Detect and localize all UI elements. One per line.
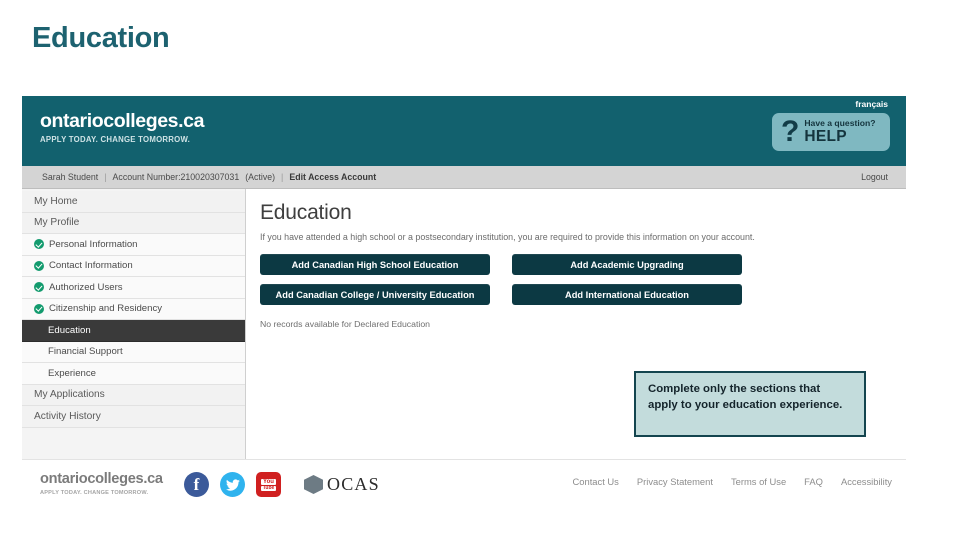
footer-link-terms-of-use[interactable]: Terms of Use [731,476,786,487]
sidebar-item-my-home[interactable]: My Home [22,191,245,213]
footer-logo[interactable]: ontariocolleges.ca APPLY TODAY. CHANGE T… [40,472,163,496]
sidebar-item-contact-information[interactable]: Contact Information [22,255,245,277]
button-add-canadian-high-school-education[interactable]: Add Canadian High School Education [260,254,490,276]
embedded-screenshot: ontariocolleges.ca APPLY TODAY. CHANGE T… [22,96,906,520]
sidebar-item-activity-history[interactable]: Activity History [22,406,245,428]
sidebar-item-label: My Home [34,195,78,207]
button-add-international-education[interactable]: Add International Education [512,284,742,306]
site-header: ontariocolleges.ca APPLY TODAY. CHANGE T… [22,96,906,166]
footer-links: Contact Us Privacy Statement Terms of Use F… [573,476,893,487]
sidebar-item-experience[interactable]: Experience [22,363,245,385]
account-separator-1: | [104,172,107,182]
language-link-francais[interactable]: français [855,99,888,109]
sidebar-item-label: My Applications [34,389,105,401]
account-separator-2: | [281,172,284,182]
account-bar: Sarah Student | Account Number:210020307… [22,166,906,189]
site-logo[interactable]: ontariocolleges.ca APPLY TODAY. CHANGE T… [40,110,205,144]
check-circle-icon [34,260,44,271]
sidebar-item-education[interactable]: Education [22,320,245,342]
footer-logo-tagline: APPLY TODAY. CHANGE TOMORROW. [40,489,149,496]
account-number: Account Number:210020307031 [112,172,240,182]
sidebar-item-citizenship-and-residency[interactable]: Citizenship and Residency [22,298,245,320]
sidebar-item-label: Citizenship and Residency [49,303,163,315]
facebook-icon[interactable]: f [184,472,209,497]
footer-link-accessibility[interactable]: Accessibility [841,476,892,487]
help-button-small-label: Have a question? [804,118,876,129]
footer-link-faq[interactable]: FAQ [804,476,823,487]
sidebar-item-personal-information[interactable]: Personal Information [22,234,245,256]
social-links: f You Tube [184,472,281,497]
action-button-grid: Add Canadian High School Education Add Ac… [260,254,906,306]
footer-link-contact-us[interactable]: Contact Us [573,476,619,487]
help-button-label: HELP [804,128,847,146]
sidebar-item-label: Experience [48,367,96,379]
button-add-academic-upgrading[interactable]: Add Academic Upgrading [512,254,742,276]
logout-link[interactable]: Logout [861,172,888,182]
question-mark-icon: ? [781,115,800,148]
edit-access-account-link[interactable]: Edit Access Account [289,172,376,182]
sidebar-item-label: Personal Information [49,238,138,250]
sidebar-item-authorized-users[interactable]: Authorized Users [22,277,245,299]
site-logo-name: ontariocolleges.ca [40,110,205,132]
sidebar-item-label: Authorized Users [49,281,123,293]
footer-logo-name: ontariocolleges.ca [40,471,163,487]
footer-link-privacy-statement[interactable]: Privacy Statement [637,476,713,487]
sidebar-item-my-applications[interactable]: My Applications [22,384,245,406]
twitter-icon[interactable] [220,472,245,497]
no-records-message: No records available for Declared Educat… [260,319,430,330]
check-circle-icon [34,303,44,314]
annotation-callout: Complete only the sections that apply to… [634,371,866,437]
account-status: (Active) [245,172,276,182]
help-button[interactable]: ? Have a question? HELP [772,113,890,151]
ocas-logo[interactable]: OCAS [304,474,380,495]
sidebar-nav: My Home My Profile Personal Information Con… [22,189,246,459]
sidebar-item-financial-support[interactable]: Financial Support [22,341,245,363]
page-title: Education [32,22,170,54]
sidebar-item-label: Activity History [34,410,101,422]
sidebar-item-label: My Profile [34,217,80,229]
sidebar-item-my-profile[interactable]: My Profile [22,212,245,234]
youtube-icon[interactable]: You Tube [256,472,281,497]
sidebar-item-label: Contact Information [49,260,133,272]
sidebar-item-label: Education [48,324,91,336]
check-circle-icon [34,282,44,293]
content-heading: Education [260,201,352,224]
content-description: If you have attended a high school or a … [260,232,755,243]
site-logo-tagline: APPLY TODAY. CHANGE TOMORROW. [40,134,191,144]
ocas-cube-icon [304,475,323,494]
ocas-logo-text: OCAS [327,474,380,494]
button-add-canadian-college-university-education[interactable]: Add Canadian College / University Educat… [260,284,490,306]
account-user-name: Sarah Student [42,172,99,182]
site-footer: ontariocolleges.ca APPLY TODAY. CHANGE T… [22,459,906,520]
sidebar-item-label: Financial Support [48,346,123,358]
check-circle-icon [34,239,44,250]
